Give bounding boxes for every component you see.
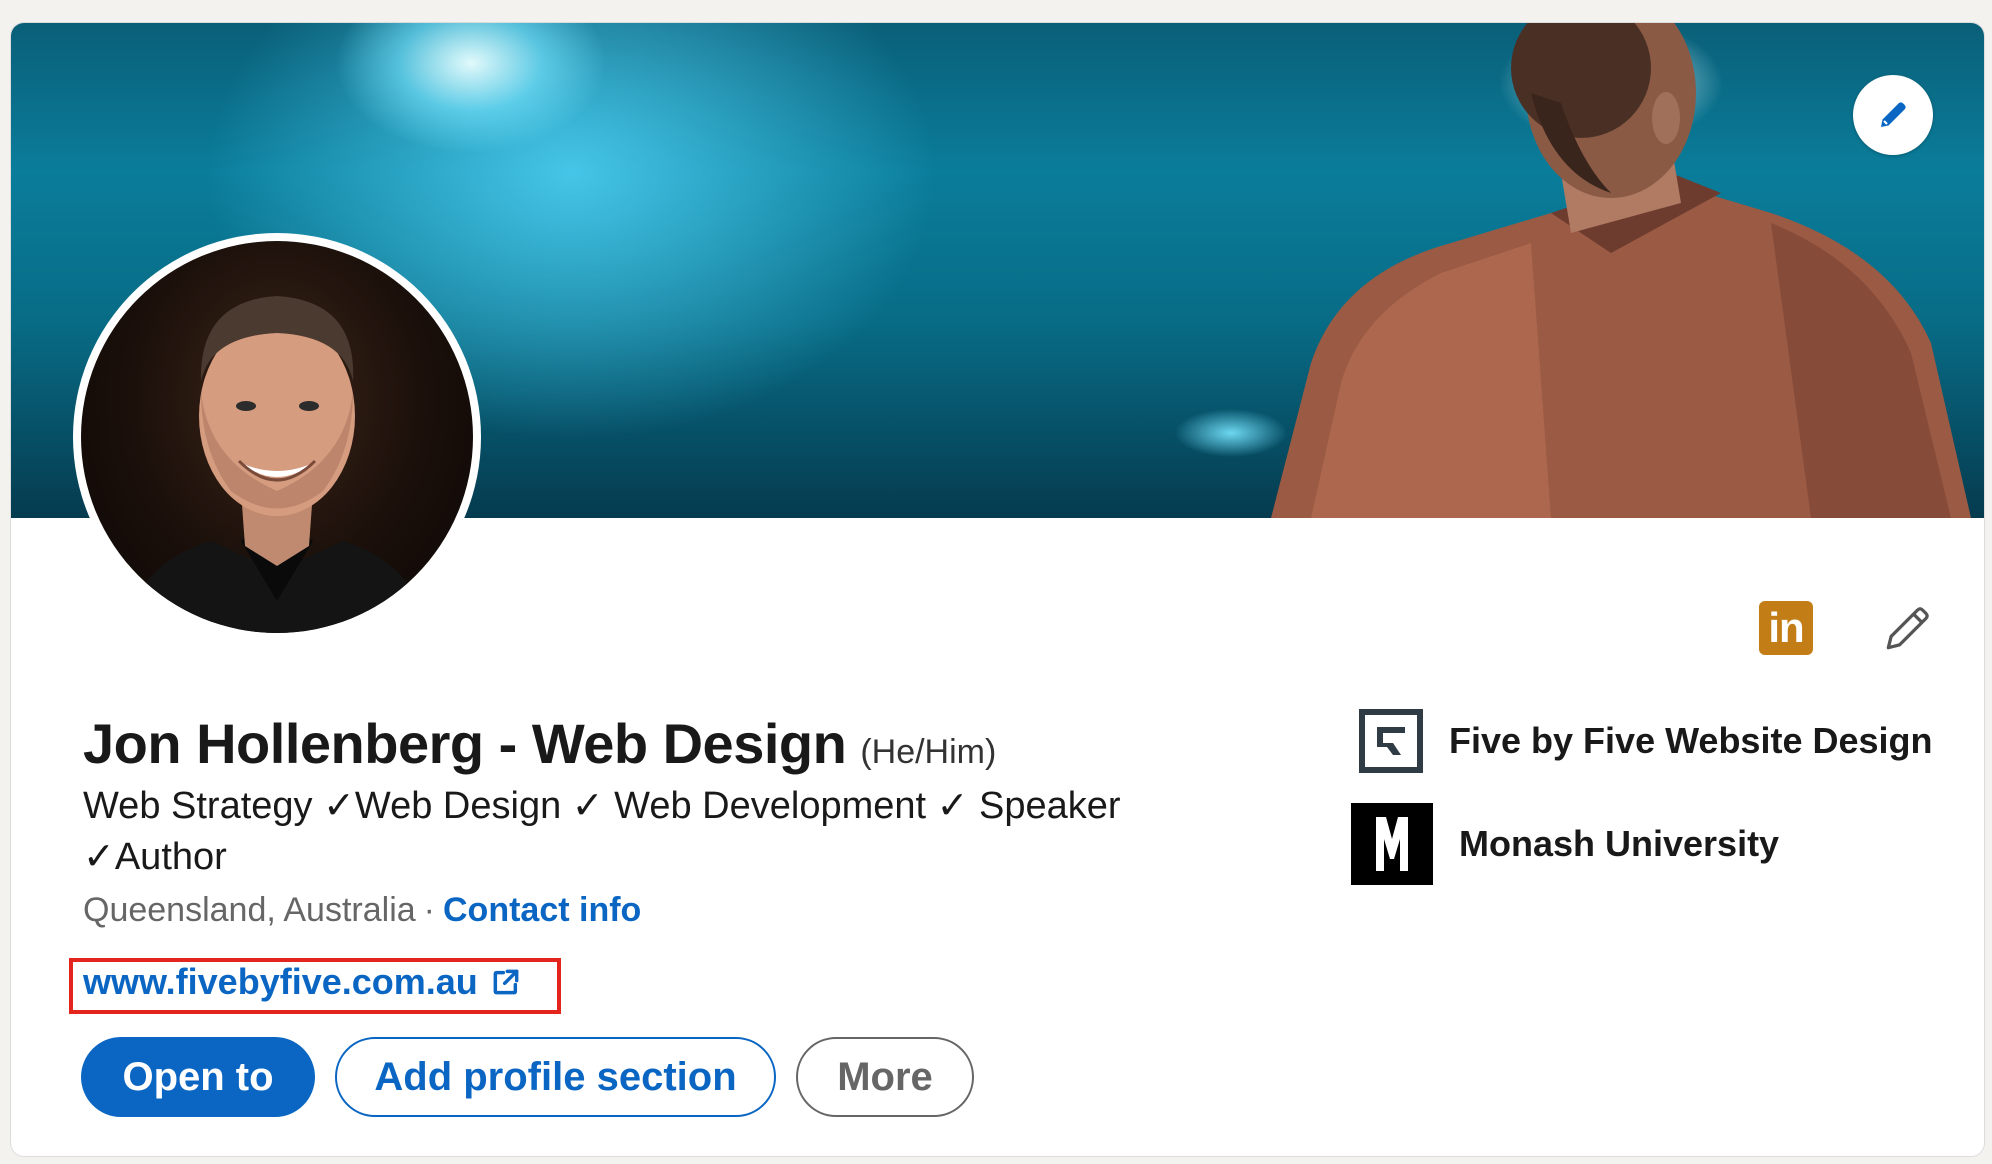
website-link[interactable]: www.fivebyfive.com.au [83, 961, 522, 1003]
add-profile-section-button[interactable]: Add profile section [335, 1037, 776, 1117]
website-link-text: www.fivebyfive.com.au [83, 961, 478, 1002]
profile-location: Queensland, Australia [83, 891, 416, 929]
profile-photo[interactable] [73, 233, 481, 641]
profile-card: in Jon Hollenberg - Web Design (He/Him) … [10, 22, 1985, 1157]
location-line: Queensland, Australia · Contact info [83, 891, 641, 930]
monash-logo [1351, 803, 1433, 885]
edit-intro-button[interactable] [1877, 599, 1937, 659]
five-by-five-logo [1359, 709, 1423, 773]
name-line: Jon Hollenberg - Web Design (He/Him) [83, 711, 996, 776]
pencil-icon [1886, 607, 1929, 650]
contact-info-link[interactable]: Contact info [443, 891, 641, 929]
separator-dot: · [423, 891, 435, 929]
linkedin-icon[interactable]: in [1759, 601, 1813, 655]
avatar-portrait [121, 296, 433, 633]
profile-headline: Web Strategy ✓Web Design ✓ Web Developme… [83, 785, 1121, 878]
avatar [81, 241, 473, 633]
org-label: Five by Five Website Design [1449, 720, 1933, 761]
linkedin-badge-text: in [1768, 604, 1804, 651]
org-item-monash[interactable]: Monash University [1351, 803, 1779, 885]
pencil-icon [1881, 102, 1906, 127]
org-label: Monash University [1459, 823, 1780, 864]
org-item-five-by-five[interactable]: Five by Five Website Design [1351, 709, 1933, 773]
open-to-button[interactable]: Open to [81, 1037, 315, 1117]
profile-name: Jon Hollenberg - Web Design [83, 712, 847, 775]
external-link-icon [493, 969, 519, 995]
edit-banner-button[interactable] [1853, 75, 1933, 155]
more-button[interactable]: More [796, 1037, 974, 1117]
profile-pronouns: (He/Him) [860, 733, 997, 771]
